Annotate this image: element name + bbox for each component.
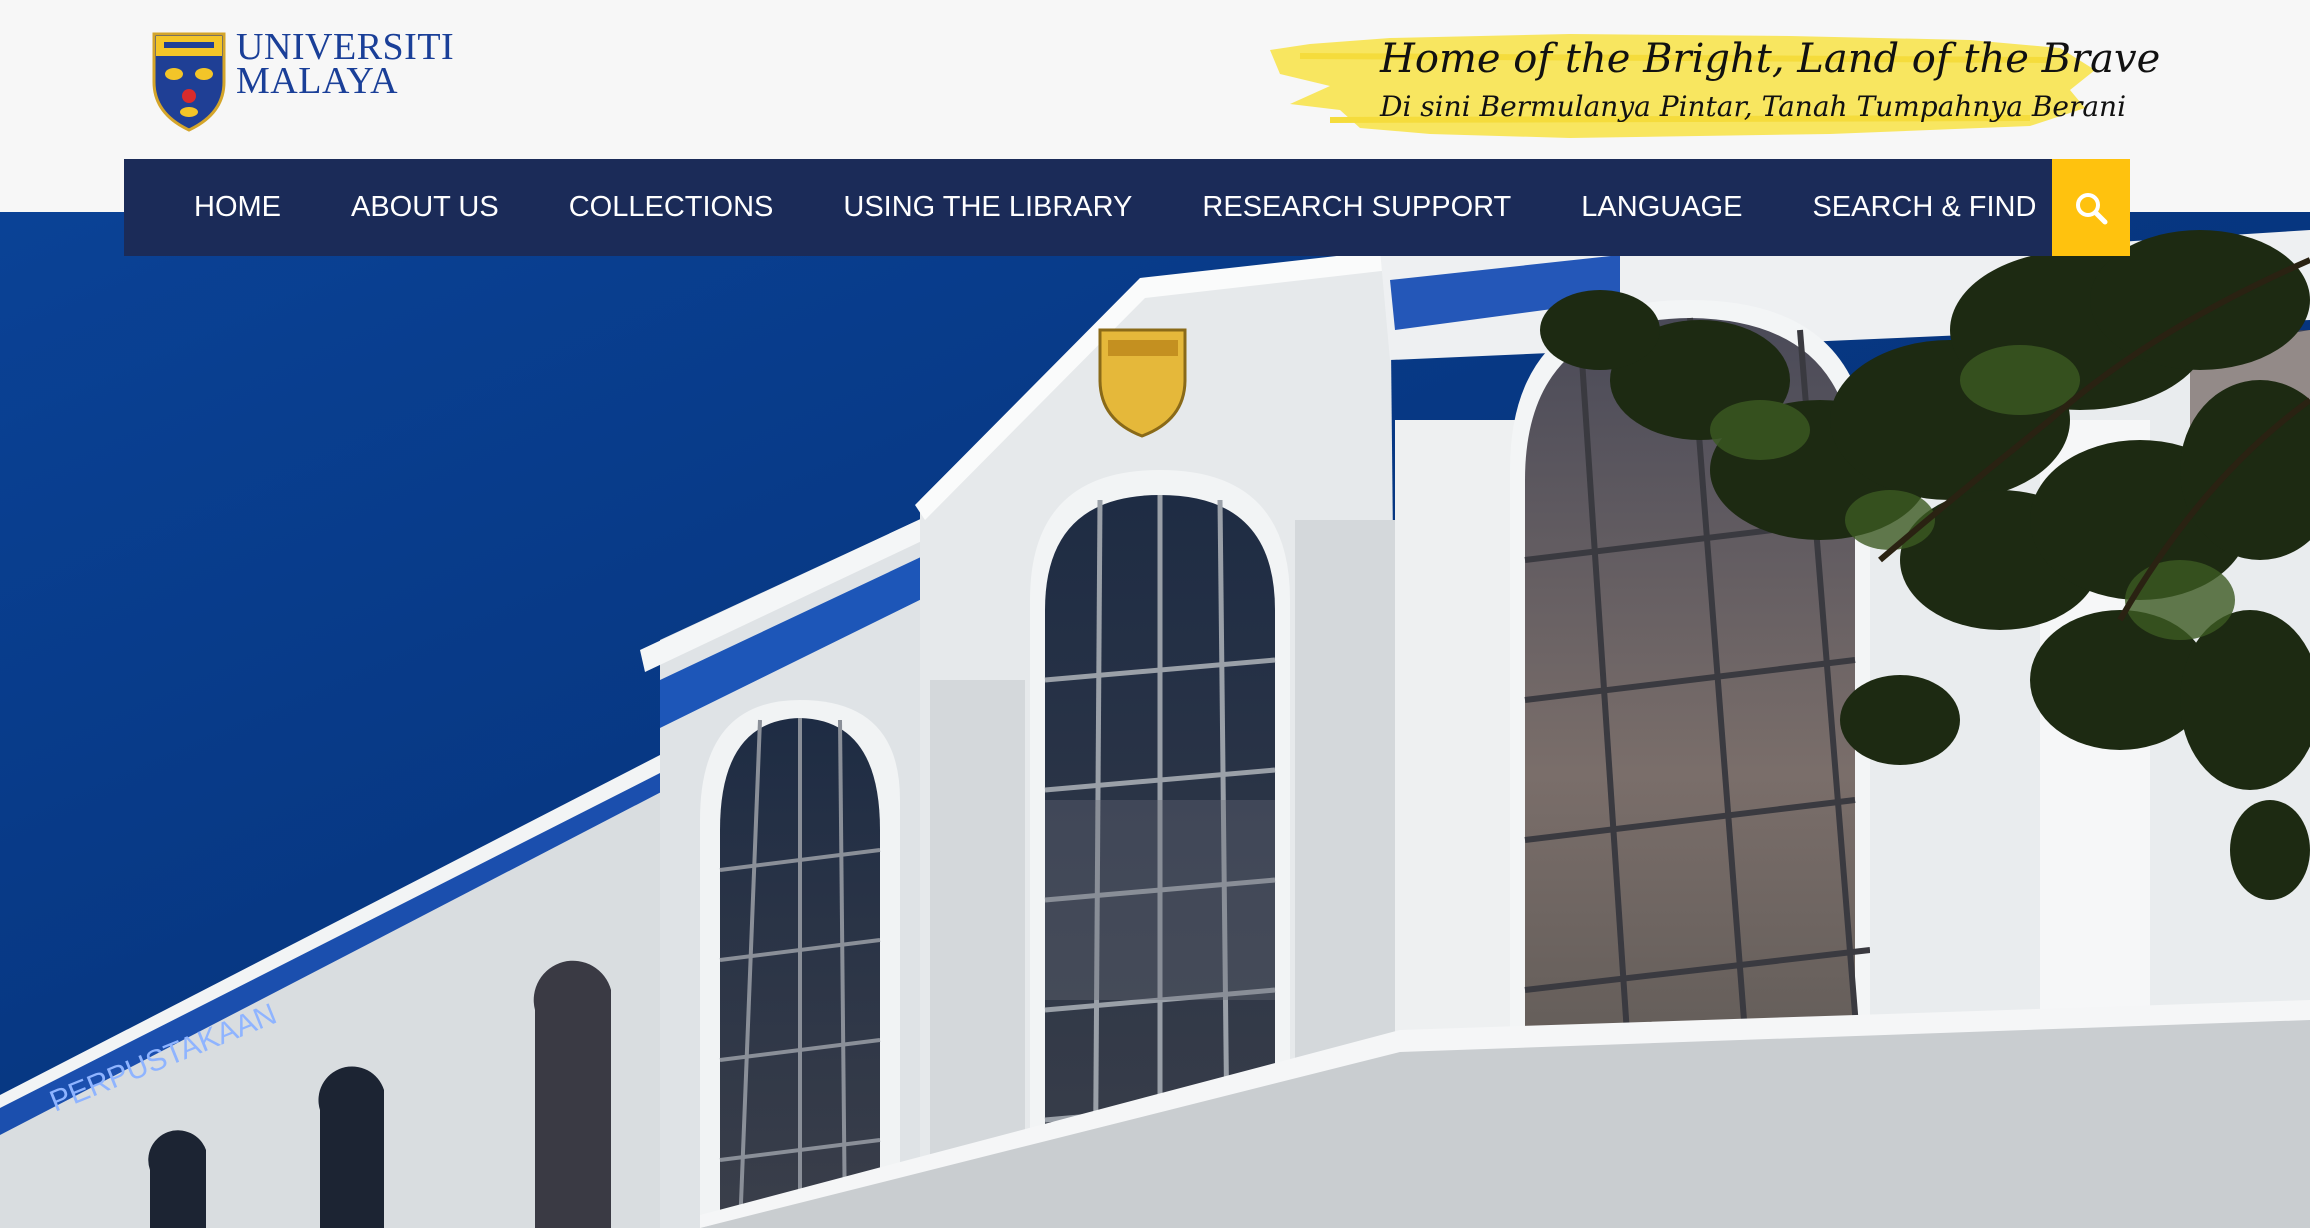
university-logo[interactable]: UNIVERSITI MALAYA (150, 26, 455, 132)
search-button[interactable] (2052, 159, 2130, 256)
nav-language[interactable]: LANGUAGE (1581, 191, 1742, 224)
crest-icon (152, 32, 226, 132)
tagline-malay: Di sini Bermulanya Pintar, Tanah Tumpahn… (1380, 90, 2127, 123)
tagline-english: Home of the Bright, Land of the Brave (1380, 36, 2161, 82)
nav-using-the-library[interactable]: USING THE LIBRARY (843, 191, 1132, 224)
search-icon (2076, 192, 2108, 224)
hero-image: PERPUSTAKAAN (0, 212, 2310, 1228)
nav-home[interactable]: HOME (194, 191, 281, 224)
nav-search-and-find[interactable]: SEARCH & FIND (1812, 191, 2036, 224)
logo-wordmark: UNIVERSITI MALAYA (236, 26, 455, 102)
main-navigation: HOME ABOUT US COLLECTIONS USING THE LIBR… (124, 159, 2052, 256)
nav-about-us[interactable]: ABOUT US (351, 191, 499, 224)
logo-line-1: UNIVERSITI (236, 26, 455, 68)
library-building-illustration: PERPUSTAKAAN (0, 212, 2310, 1228)
nav-collections[interactable]: COLLECTIONS (569, 191, 774, 224)
nav-research-support[interactable]: RESEARCH SUPPORT (1202, 191, 1511, 224)
logo-line-2: MALAYA (236, 60, 399, 102)
tagline-banner: Home of the Bright, Land of the Brave Di… (1270, 30, 2160, 140)
